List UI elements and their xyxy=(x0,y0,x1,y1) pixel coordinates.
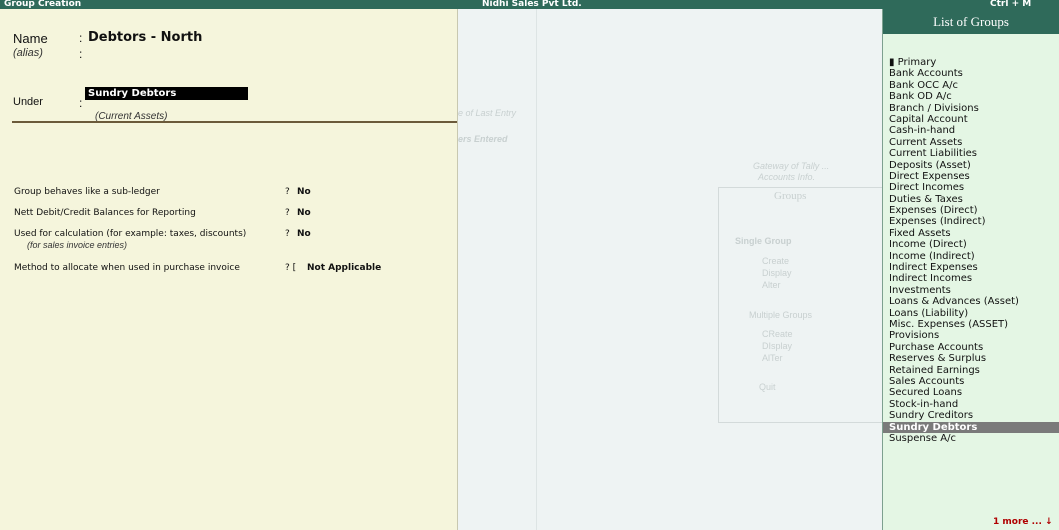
group-list-item[interactable]: Secured Loans xyxy=(883,387,1059,398)
allocation-method-q: ? [ xyxy=(285,263,297,273)
divider-line xyxy=(536,9,537,530)
group-list-item[interactable]: Deposits (Asset) xyxy=(883,160,1059,171)
group-list-item[interactable]: Indirect Expenses xyxy=(883,262,1059,273)
sub-ledger-q: ? xyxy=(285,187,290,197)
allocation-method-label: Method to allocate when used in purchase… xyxy=(14,263,240,273)
menu-display: Display xyxy=(762,268,792,278)
alias-label: (alias) xyxy=(13,47,43,59)
alias-colon: : xyxy=(79,47,83,61)
group-list-item[interactable]: Indirect Incomes xyxy=(883,273,1059,284)
sub-ledger-label: Group behaves like a sub-ledger xyxy=(14,187,160,197)
form-divider xyxy=(12,121,457,123)
allocation-method-value[interactable]: Not Applicable xyxy=(307,263,381,273)
group-list-item[interactable]: Sales Accounts xyxy=(883,376,1059,387)
group-list-item[interactable]: Bank OD A/c xyxy=(883,91,1059,102)
background-gateway-area: e of Last Entry ers Entered Gateway of T… xyxy=(458,9,885,530)
group-list-item[interactable]: Retained Earnings xyxy=(883,365,1059,376)
group-list-item[interactable]: Expenses (Direct) xyxy=(883,205,1059,216)
group-list-item[interactable]: Current Assets xyxy=(883,137,1059,148)
group-list-item[interactable]: Loans & Advances (Asset) xyxy=(883,296,1059,307)
group-list-item[interactable]: Loans (Liability) xyxy=(883,308,1059,319)
list-of-groups-panel: List of Groups ▮ Primary Bank Accounts Ban… xyxy=(882,9,1059,530)
menu-multi-create: CReate xyxy=(762,329,793,339)
accounts-info-text: Accounts Info. xyxy=(758,172,816,182)
nett-balance-label: Nett Debit/Credit Balances for Reporting xyxy=(14,208,196,218)
group-list-item[interactable]: Investments xyxy=(883,285,1059,296)
group-list-item[interactable]: ▮ Primary xyxy=(883,57,1059,68)
group-list-item[interactable]: Bank OCC A/c xyxy=(883,80,1059,91)
multiple-groups-heading: Multiple Groups xyxy=(749,310,813,320)
title-bar: Group Creation Nidhi Sales Pvt Ltd. Ctrl… xyxy=(0,0,1059,9)
menu-multi-display: DIsplay xyxy=(762,341,793,351)
group-list-item[interactable]: Direct Expenses xyxy=(883,171,1059,182)
group-list-item[interactable]: Misc. Expenses (ASSET) xyxy=(883,319,1059,330)
group-list-item[interactable]: Sundry Creditors xyxy=(883,410,1059,421)
group-list: ▮ Primary Bank Accounts Bank OCC A/c Bank O… xyxy=(883,57,1059,444)
calculation-q: ? xyxy=(285,229,290,239)
more-items-indicator[interactable]: 1 more ... ↓ xyxy=(993,517,1053,527)
group-list-item[interactable]: Branch / Divisions xyxy=(883,103,1059,114)
group-list-item[interactable]: Expenses (Indirect) xyxy=(883,216,1059,227)
group-list-item[interactable]: Capital Account xyxy=(883,114,1059,125)
group-list-item[interactable]: Income (Indirect) xyxy=(883,251,1059,262)
name-label: Name xyxy=(13,31,48,46)
group-list-item[interactable]: Suspense A/c xyxy=(883,433,1059,444)
under-colon: : xyxy=(79,96,83,110)
sub-ledger-value[interactable]: No xyxy=(297,187,311,197)
group-list-item[interactable]: Income (Direct) xyxy=(883,239,1059,250)
calculation-label: Used for calculation (for example: taxes… xyxy=(14,229,247,239)
groups-menu-title: Groups xyxy=(774,190,807,202)
group-list-item[interactable]: Provisions xyxy=(883,330,1059,341)
calculation-value[interactable]: No xyxy=(297,229,311,239)
nett-balance-value[interactable]: No xyxy=(297,208,311,218)
group-list-item[interactable]: Cash-in-hand xyxy=(883,125,1059,136)
group-list-item[interactable]: Bank Accounts xyxy=(883,68,1059,79)
name-colon: : xyxy=(79,31,83,45)
group-list-item[interactable]: Purchase Accounts xyxy=(883,342,1059,353)
group-list-item[interactable]: Duties & Taxes xyxy=(883,194,1059,205)
single-group-heading: Single Group xyxy=(735,236,792,246)
menu-alter: Alter xyxy=(762,280,781,290)
entered-text: ers Entered xyxy=(458,134,508,144)
last-entry-text: e of Last Entry xyxy=(458,108,517,118)
group-list-item[interactable]: Direct Incomes xyxy=(883,182,1059,193)
groups-menu-box: Groups Single Group Create Display Alter… xyxy=(718,187,885,423)
nett-balance-q: ? xyxy=(285,208,290,218)
group-list-item[interactable]: Fixed Assets xyxy=(883,228,1059,239)
group-list-item-selected[interactable]: Sundry Debtors xyxy=(883,421,1059,433)
menu-multi-alter: AlTer xyxy=(762,353,783,363)
menu-quit: Quit xyxy=(759,382,776,392)
name-field[interactable]: Debtors - North xyxy=(88,30,202,45)
under-field[interactable]: Sundry Debtors xyxy=(85,87,248,100)
calculation-sub-label: (for sales invoice entries) xyxy=(27,240,128,250)
group-list-item[interactable]: Current Liabilities xyxy=(883,148,1059,159)
gateway-of-tally-text: Gateway of Tally ... xyxy=(753,161,830,171)
under-label: Under xyxy=(13,96,43,108)
group-list-item[interactable]: Reserves & Surplus xyxy=(883,353,1059,364)
group-creation-form: Name : Debtors - North (alias) : Under :… xyxy=(0,9,458,530)
menu-create: Create xyxy=(762,256,790,266)
group-list-item[interactable]: Stock-in-hand xyxy=(883,399,1059,410)
list-of-groups-title: List of Groups xyxy=(883,9,1059,34)
